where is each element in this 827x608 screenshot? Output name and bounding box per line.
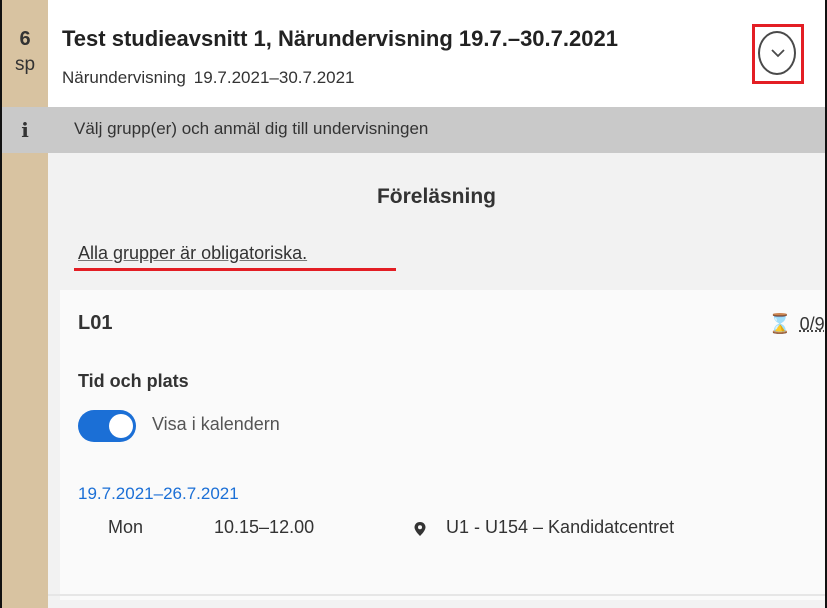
toggle-knob [109, 414, 133, 438]
title-fade [658, 22, 718, 56]
schedule-time: 10.15–12.00 [214, 517, 315, 537]
info-icon: i [21, 118, 29, 142]
highlight-underline [74, 268, 396, 271]
group-name: L01 [78, 312, 113, 334]
enrolment-content: Föreläsning Alla grupper är obligatorisk… [48, 153, 825, 608]
credits-number: 6 [19, 28, 31, 50]
calendar-toggle[interactable] [78, 410, 136, 442]
schedule-day: Mon [108, 517, 144, 537]
info-bar: i Välj grupp(er) och anmäl dig till unde… [2, 107, 825, 153]
mandatory-note: Alla grupper är obligatoriska. [78, 243, 308, 263]
teaching-type: Närundervisning [62, 68, 186, 87]
hourglass-icon: ⌛ [768, 314, 792, 335]
schedule-location: U1 - U154 – Kandidatcentret [446, 517, 675, 537]
course-dates: 19.7.2021–30.7.2021 [193, 68, 355, 87]
credits-strip [2, 0, 48, 608]
divider [48, 594, 825, 596]
course-subtitle: Närundervisning 19.7.2021–30.7.2021 [62, 68, 355, 88]
date-range: 19.7.2021–26.7.2021 [78, 484, 239, 503]
calendar-toggle-label: Visa i kalendern [152, 414, 280, 434]
course-header: Test studieavsnitt 1, Närundervisning 19… [48, 0, 825, 107]
course-title: Test studieavsnitt 1, Närundervisning 19… [62, 26, 618, 51]
seats-indicator[interactable]: ⌛ 0/9 [768, 312, 825, 336]
group-card: L01 ⌛ 0/9 Tid och plats Visa i kalendern … [60, 290, 825, 600]
credits-unit: sp [14, 54, 36, 75]
seats-count: 0/9 [799, 314, 825, 334]
info-text: Välj grupp(er) och anmäl dig till underv… [74, 119, 429, 138]
chevron-down-icon [771, 49, 785, 58]
location-pin-icon [414, 522, 426, 536]
time-place-label: Tid och plats [78, 371, 189, 391]
section-title: Föreläsning [376, 185, 497, 208]
expand-button[interactable] [758, 31, 796, 75]
